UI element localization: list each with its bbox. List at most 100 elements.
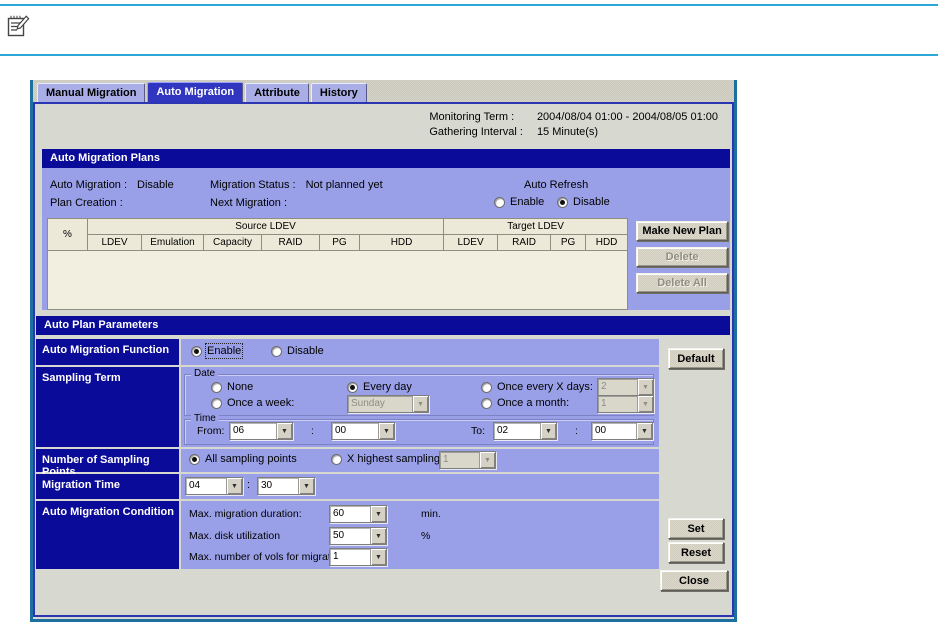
to-hour-select[interactable]: 02▼ [493,422,557,440]
from-colon: : [311,425,314,437]
max-utilization-select[interactable]: 50▼ [329,527,387,545]
max-utilization-label: Max. disk utilization [189,530,280,542]
row-sampling-points: Number of Sampling Points All sampling p… [36,449,659,472]
radio-circle [494,197,505,208]
week-day-value: Sunday [348,396,412,412]
radio-circle [189,454,200,465]
auto-refresh-enable-radio[interactable]: Enable [494,196,544,208]
col-source-pg: PG [320,235,360,251]
chevron-down-icon: ▼ [370,506,386,522]
col-source-hdd: HDD [360,235,444,251]
plans-table: % Source LDEV Target LDEV LDEV Emulation… [47,218,628,310]
date-once-month-radio[interactable]: Once a month: [481,397,569,409]
chevron-down-icon: ▼ [637,379,653,395]
max-vols-select[interactable]: 1▼ [329,548,387,566]
col-source-capacity: Capacity [204,235,262,251]
function-disable-label: Disable [287,345,324,357]
date-legend: Date [191,368,218,380]
date-once-x-days-radio[interactable]: Once every X days: [481,381,593,393]
col-target-ldev: LDEV [444,235,498,251]
date-none-radio[interactable]: None [211,381,253,393]
date-once-x-days-label: Once every X days: [497,381,593,393]
function-enable-radio[interactable]: Enable [191,345,241,357]
plans-section-body: Auto Migration : Disable Migration Status… [42,168,730,310]
date-once-week-radio[interactable]: Once a week: [211,397,294,409]
from-hour-select[interactable]: 06▼ [229,422,293,440]
tab-manual-migration[interactable]: Manual Migration [37,83,145,102]
delete-all-button[interactable]: Delete All [636,273,728,293]
month-day-select: 1▼ [597,395,654,413]
tab-history[interactable]: History [311,83,367,102]
date-every-day-label: Every day [363,381,412,393]
chevron-down-icon: ▼ [636,423,652,439]
auto-migration-panel: Monitoring Term : 2004/08/04 01:00 - 200… [33,102,734,617]
migration-time-label: Migration Time [36,474,179,499]
max-vols-label: Max. number of vols for migration [189,551,345,563]
monitoring-info: Monitoring Term : 2004/08/04 01:00 - 200… [429,111,718,138]
migration-status-label: Migration Status : [210,179,296,191]
migration-dialog: Manual Migration Auto Migration Attribut… [30,80,737,622]
to-label: To: [471,425,485,437]
gathering-interval-label: Gathering Interval : [429,126,523,138]
month-day-value: 1 [598,396,637,412]
from-minute-select[interactable]: 00▼ [331,422,395,440]
chevron-down-icon: ▼ [378,423,394,439]
reset-button[interactable]: Reset [668,542,724,563]
col-group-source-ldev: Source LDEV [88,219,444,235]
migration-status-value: Not planned yet [306,179,383,191]
col-target-pg: PG [551,235,586,251]
all-sampling-points-radio[interactable]: All sampling points [189,453,297,465]
chevron-down-icon: ▼ [637,396,653,412]
col-source-ldev: LDEV [88,235,142,251]
date-fieldset: Date None Every day Once every X days: 2… [184,374,654,416]
date-once-month-label: Once a month: [497,397,569,409]
from-hour-value: 06 [230,423,276,439]
date-every-day-radio[interactable]: Every day [347,381,412,393]
delete-button[interactable]: Delete [636,247,728,267]
to-hour-value: 02 [494,423,540,439]
bottom-divider-line [0,54,938,56]
chevron-down-icon: ▼ [479,452,495,468]
max-vols-value: 1 [330,549,370,565]
parameters-section: Auto Plan Parameters Auto Migration Func… [36,316,730,571]
tab-attribute[interactable]: Attribute [245,83,309,102]
default-button[interactable]: Default [668,348,724,369]
max-duration-select[interactable]: 60▼ [329,505,387,523]
date-none-label: None [227,381,253,393]
close-button[interactable]: Close [660,570,728,591]
parameters-section-header: Auto Plan Parameters [36,316,730,335]
function-enable-label: Enable [207,345,241,357]
plans-status-info: Auto Migration : Disable Migration Status… [42,170,730,216]
date-once-week-label: Once a week: [227,397,294,409]
auto-migration-label: Auto Migration : [50,179,127,191]
max-duration-label: Max. migration duration: [189,508,302,520]
to-minute-value: 00 [592,423,636,439]
from-minute-value: 00 [332,423,378,439]
x-highest-points-select: 1▼ [439,451,496,469]
tab-auto-migration[interactable]: Auto Migration [147,82,243,102]
to-minute-select[interactable]: 00▼ [591,422,653,440]
radio-circle [481,382,492,393]
auto-refresh-disable-radio[interactable]: Disable [557,196,610,208]
chevron-down-icon: ▼ [540,423,556,439]
once-x-days-value: 2 [598,379,637,395]
max-duration-value: 60 [330,506,370,522]
time-fieldset: Time From: 06▼ : 00▼ To: 02▼ : 00▼ [184,419,654,445]
function-disable-radio[interactable]: Disable [271,345,324,357]
col-target-hdd: HDD [586,235,628,251]
col-source-raid: RAID [262,235,320,251]
max-utilization-value: 50 [330,528,370,544]
radio-circle [191,346,202,357]
auto-migration-function-label: Auto Migration Function [36,339,179,365]
row-auto-migration-function: Auto Migration Function Enable Disable [36,339,659,365]
max-duration-unit: min. [421,508,441,520]
week-day-select: Sunday▼ [347,395,429,413]
gathering-interval-value: 15 Minute(s) [537,126,718,138]
make-new-plan-button[interactable]: Make New Plan [636,221,728,241]
plan-creation-label: Plan Creation : [50,197,123,209]
set-button[interactable]: Set [668,518,724,539]
migration-hour-select[interactable]: 04▼ [185,477,243,495]
time-legend: Time [191,413,219,425]
plans-buttons: Make New Plan Delete Delete All [636,221,728,310]
migration-minute-select[interactable]: 30▼ [257,477,315,495]
